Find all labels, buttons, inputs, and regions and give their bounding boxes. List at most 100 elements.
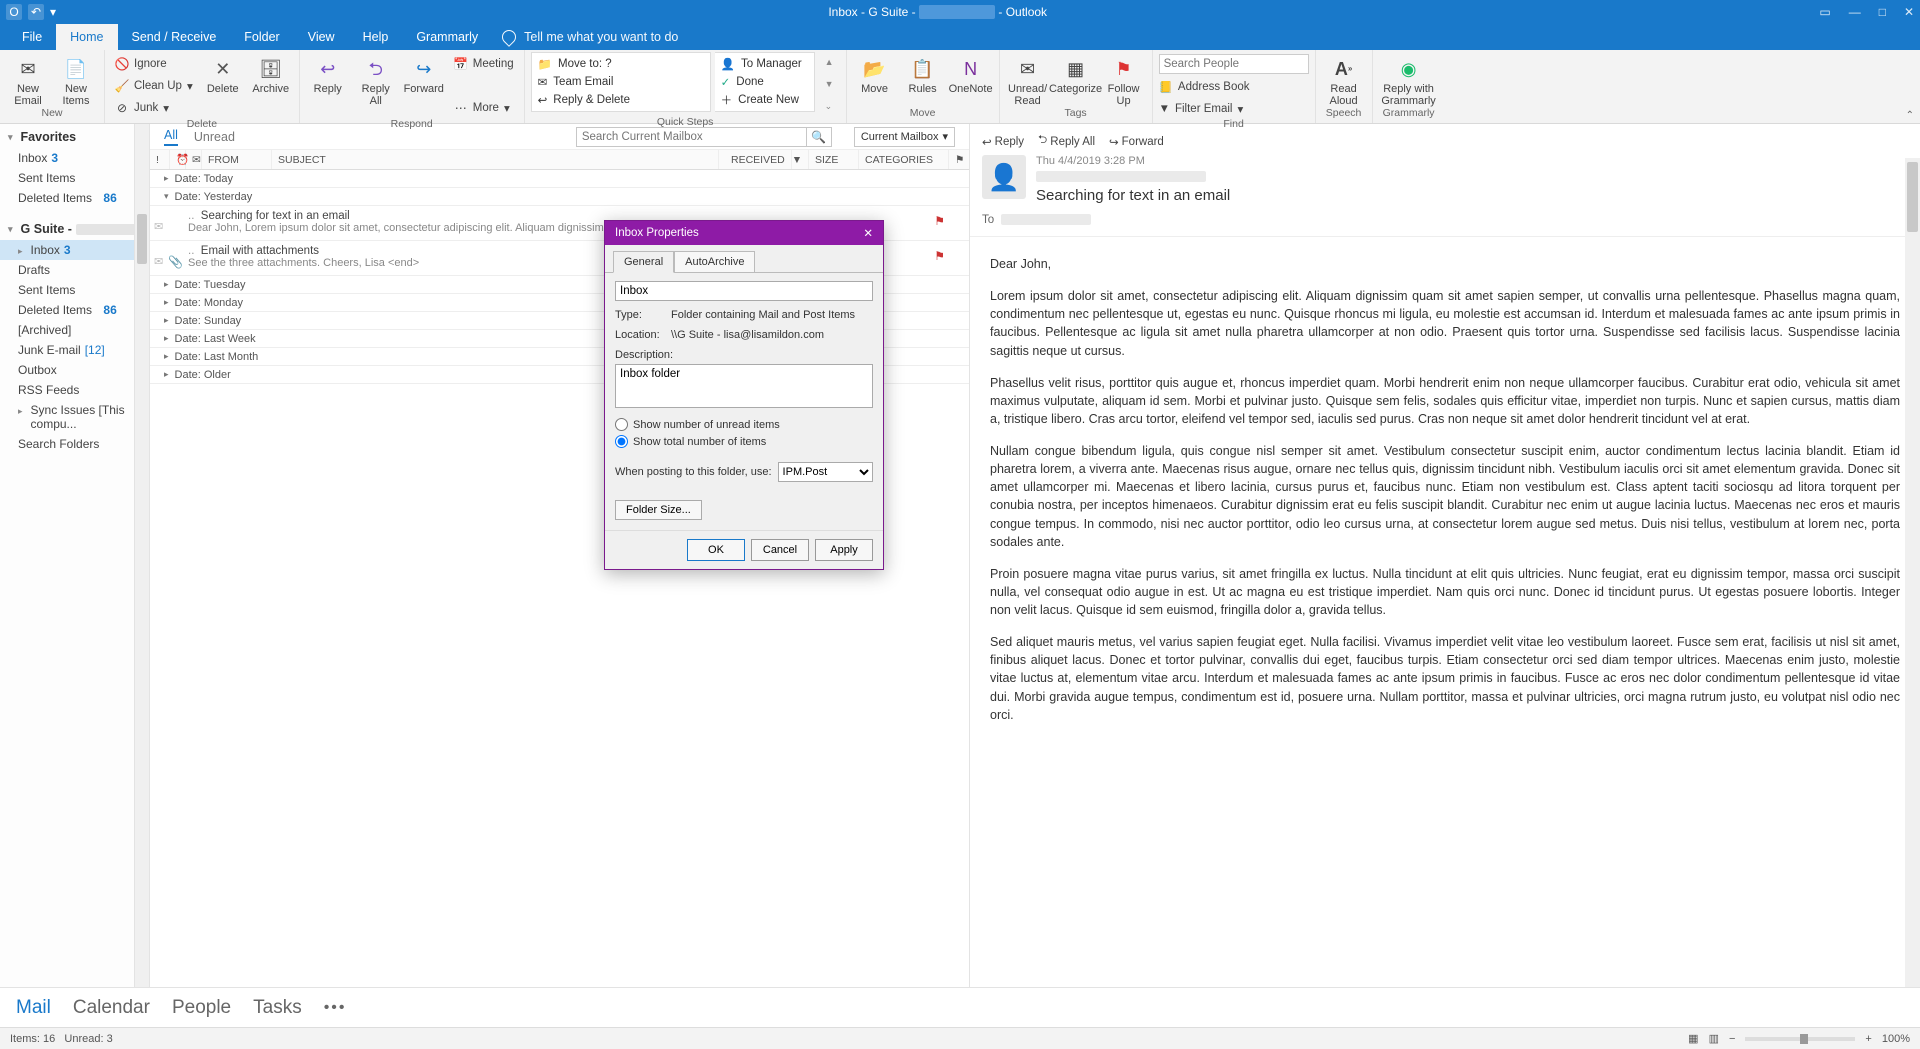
zoom-out-icon[interactable]: − — [1729, 1033, 1735, 1045]
undo-icon[interactable]: ↶ — [28, 4, 44, 20]
reply-all-button[interactable]: ⮌Reply All — [354, 52, 398, 107]
qs-create-new[interactable]: ＋Create New — [715, 91, 814, 109]
tab-grammarly[interactable]: Grammarly — [402, 24, 492, 50]
qs-team-email[interactable]: ✉Team Email — [532, 73, 710, 91]
filter-email-button[interactable]: ▼Filter Email▾ — [1159, 99, 1309, 118]
radio-total[interactable]: Show total number of items — [615, 435, 873, 448]
ribbon-display-icon[interactable]: ▭ — [1819, 5, 1830, 19]
quick-steps-gallery[interactable]: 📁Move to: ? ✉Team Email ↩Reply & Delete — [531, 52, 711, 112]
cancel-button[interactable]: Cancel — [751, 539, 809, 561]
archive-button[interactable]: 🗄Archive — [249, 52, 293, 96]
tell-me[interactable]: Tell me what you want to do — [502, 24, 678, 50]
view-reading-icon[interactable]: ▥ — [1709, 1032, 1719, 1045]
reply-grammarly-button[interactable]: ◉Reply with Grammarly — [1379, 52, 1439, 107]
zoom-in-icon[interactable]: + — [1865, 1033, 1871, 1045]
reading-reply-button[interactable]: ↩Reply — [982, 132, 1024, 151]
group-yesterday[interactable]: ▾Date: Yesterday — [150, 188, 969, 206]
nav-inbox[interactable]: Inbox3 — [0, 240, 149, 260]
search-scope-dropdown[interactable]: Current Mailbox▾ — [854, 127, 955, 147]
categorize-button[interactable]: ▦Categorize — [1054, 52, 1098, 96]
col-from[interactable]: FROM — [202, 150, 272, 169]
meeting-button[interactable]: 📅Meeting — [450, 54, 518, 74]
col-icon[interactable]: ✉ — [186, 150, 202, 169]
qs-up-icon[interactable]: ▲ — [821, 52, 838, 72]
nav-sent[interactable]: Sent Items — [0, 280, 149, 300]
col-reminder[interactable]: ⏰ — [170, 150, 186, 169]
ok-button[interactable]: OK — [687, 539, 745, 561]
tab-folder[interactable]: Folder — [230, 24, 293, 50]
reading-reply-all-button[interactable]: ⮌Reply All — [1038, 132, 1095, 151]
quick-steps-gallery-2[interactable]: 👤To Manager ✓Done ＋Create New — [715, 52, 815, 112]
minimize-icon[interactable]: — — [1849, 5, 1861, 19]
new-items-button[interactable]: 📄New Items — [54, 52, 98, 107]
flag-icon[interactable]: ⚑ — [934, 249, 945, 263]
tab-home[interactable]: Home — [56, 24, 117, 50]
reading-forward-button[interactable]: ↪Forward — [1109, 132, 1164, 151]
new-email-button[interactable]: ✉New Email — [6, 52, 50, 107]
maximize-icon[interactable]: □ — [1879, 5, 1886, 19]
qs-down-icon[interactable]: ▼ — [821, 74, 838, 94]
dialog-tab-general[interactable]: General — [613, 251, 674, 273]
nav-more-icon[interactable]: ••• — [324, 999, 347, 1017]
col-importance[interactable]: ! — [150, 150, 170, 169]
dialog-tab-autoarchive[interactable]: AutoArchive — [674, 251, 755, 273]
col-flag[interactable]: ⚑ — [949, 150, 969, 169]
tab-view[interactable]: View — [294, 24, 349, 50]
delete-button[interactable]: ✕Delete — [201, 52, 245, 96]
cleanup-button[interactable]: 🧹Clean Up▾ — [111, 76, 197, 96]
nav-tasks[interactable]: Tasks — [253, 997, 302, 1019]
nav-deleted-fav[interactable]: Deleted Items 86 — [0, 188, 149, 208]
follow-up-button[interactable]: ⚑Follow Up — [1102, 52, 1146, 107]
nav-calendar[interactable]: Calendar — [73, 997, 150, 1019]
collapse-ribbon-icon[interactable]: ⌃ — [1906, 110, 1914, 121]
nav-junk[interactable]: Junk E-mail[12] — [0, 340, 149, 360]
apply-button[interactable]: Apply — [815, 539, 873, 561]
reply-button[interactable]: ↩Reply — [306, 52, 350, 96]
nav-scrollbar[interactable] — [134, 124, 149, 987]
nav-outbox[interactable]: Outbox — [0, 360, 149, 380]
nav-people[interactable]: People — [172, 997, 231, 1019]
nav-rss[interactable]: RSS Feeds — [0, 380, 149, 400]
col-size[interactable]: SIZE — [809, 150, 859, 169]
filter-unread[interactable]: Unread — [194, 130, 235, 144]
more-button[interactable]: ⋯More▾ — [450, 98, 518, 118]
nav-inbox-fav[interactable]: Inbox3 — [0, 148, 149, 168]
nav-search-folders[interactable]: Search Folders — [0, 434, 149, 454]
junk-button[interactable]: ⊘Junk▾ — [111, 98, 197, 118]
nav-archived[interactable]: [Archived] — [0, 320, 149, 340]
column-headers[interactable]: ! ⏰ ✉ FROM SUBJECT RECEIVED ▼ SIZE CATEG… — [150, 150, 969, 170]
col-categories[interactable]: CATEGORIES — [859, 150, 949, 169]
description-input[interactable]: Inbox folder — [615, 364, 873, 408]
radio-unread[interactable]: Show number of unread items — [615, 418, 873, 431]
qs-to-manager[interactable]: 👤To Manager — [715, 55, 814, 73]
col-subject[interactable]: SUBJECT — [272, 150, 719, 169]
read-aloud-button[interactable]: A»Read Aloud — [1322, 52, 1366, 107]
folder-size-button[interactable]: Folder Size... — [615, 500, 702, 520]
nav-drafts[interactable]: Drafts — [0, 260, 149, 280]
flag-icon[interactable]: ⚑ — [934, 214, 945, 228]
qs-reply-delete[interactable]: ↩Reply & Delete — [532, 91, 710, 109]
move-button[interactable]: 📂Move — [853, 52, 897, 96]
tab-file[interactable]: File — [8, 24, 56, 50]
filter-all[interactable]: All — [164, 128, 178, 146]
search-icon[interactable]: 🔍 — [806, 127, 832, 147]
forward-button[interactable]: ↪Forward — [402, 52, 446, 96]
zoom-slider[interactable] — [1745, 1037, 1855, 1041]
qs-expand-icon[interactable]: ⌄ — [821, 96, 838, 116]
onenote-button[interactable]: NOneNote — [949, 52, 993, 96]
nav-mail[interactable]: Mail — [16, 997, 51, 1019]
reading-scrollbar[interactable] — [1905, 158, 1920, 987]
group-today[interactable]: ▸Date: Today — [150, 170, 969, 188]
col-received[interactable]: RECEIVED ▼ — [719, 150, 809, 169]
rules-button[interactable]: 📋Rules — [901, 52, 945, 96]
address-book-button[interactable]: 📒Address Book — [1159, 77, 1309, 96]
nav-sync[interactable]: Sync Issues [This compu... — [0, 400, 149, 434]
tab-help[interactable]: Help — [349, 24, 403, 50]
folder-name-input[interactable] — [615, 281, 873, 301]
nav-sent-fav[interactable]: Sent Items — [0, 168, 149, 188]
account-header[interactable]: G Suite - — [0, 216, 149, 240]
favorites-header[interactable]: Favorites — [0, 124, 149, 148]
unread-read-button[interactable]: ✉Unread/ Read — [1006, 52, 1050, 107]
dialog-title-bar[interactable]: Inbox Properties ✕ — [605, 221, 883, 245]
tab-send-receive[interactable]: Send / Receive — [118, 24, 231, 50]
